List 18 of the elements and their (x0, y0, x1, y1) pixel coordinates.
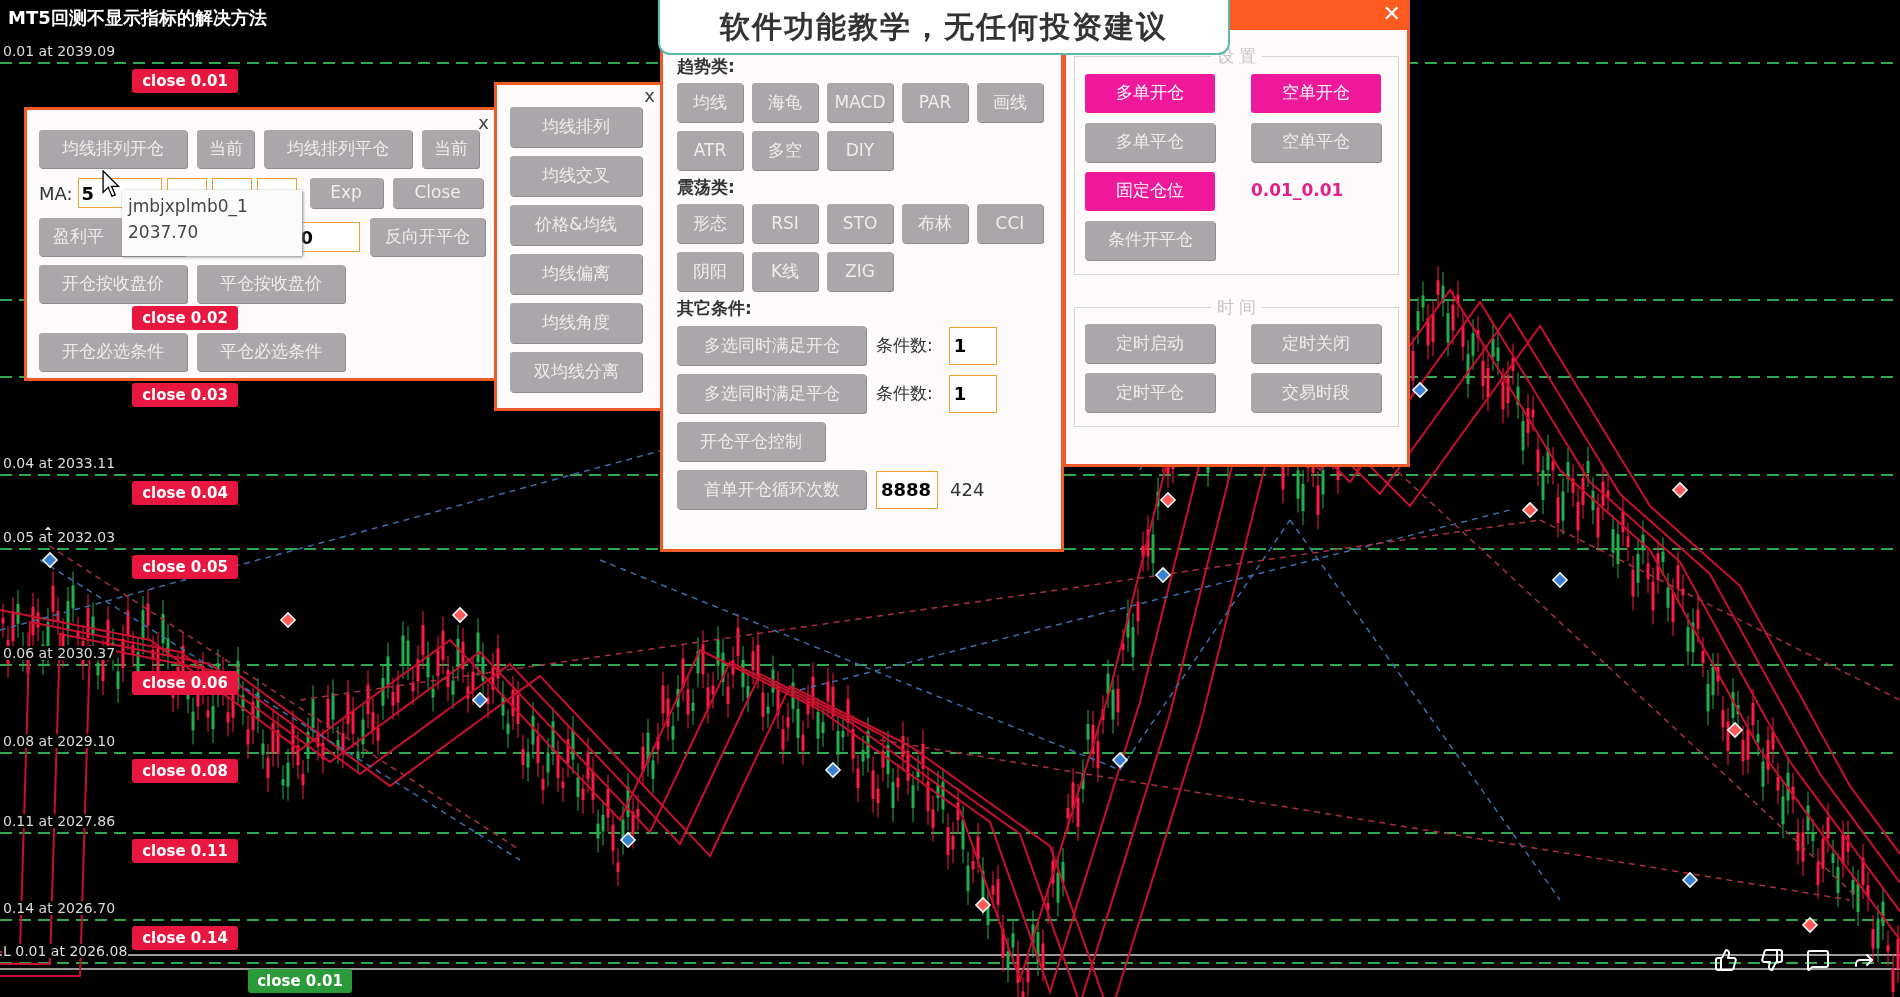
caption-text: 软件功能教学，无任何投资建议 (720, 7, 1168, 46)
section-title: 趋势类: (677, 58, 736, 75)
order-price-label: 0.06 at 2030.37 (2, 646, 117, 660)
order-price-label: 0.01 at 2039.09 (2, 44, 117, 58)
loop-count-value: 424 (950, 478, 985, 502)
condition-count-label: 条件数: (876, 381, 933, 405)
order-price-label: 0.11 at 2027.86 (2, 814, 117, 828)
condition-count-label: 条件数: (876, 333, 933, 357)
order-price-label: L 0.01 at 2026.08 (2, 944, 129, 958)
order-price-label: 0.04 at 2033.11 (2, 456, 117, 470)
section-title: 震荡类: (677, 179, 736, 196)
order-price-label: 0.08 at 2029.10 (2, 734, 117, 748)
order-price-label: 0.05 at 2032.03 (2, 530, 117, 544)
lot-size-value: 0.01_0.01 (1251, 179, 1344, 203)
order-price-label: 0.14 at 2026.70 (2, 901, 117, 915)
video-title: MT5回测不显示指标的解决方法 (8, 6, 267, 30)
ma-label: MA: (39, 181, 73, 206)
section-title: 其它条件: (677, 300, 753, 317)
